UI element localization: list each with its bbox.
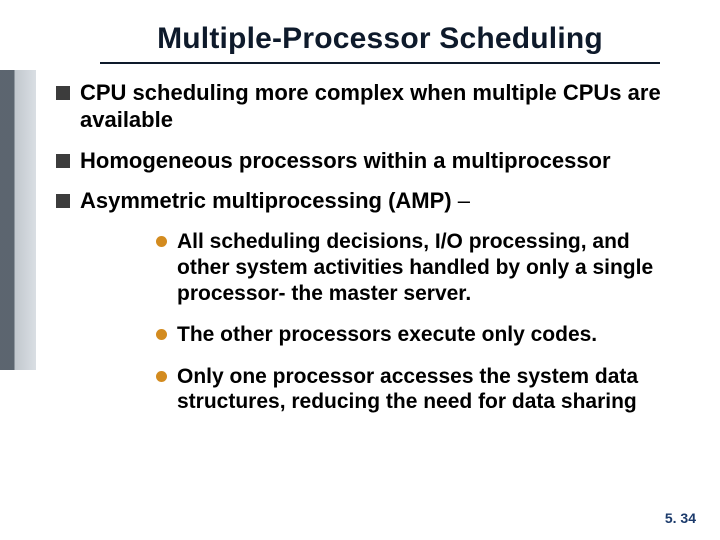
slide: Multiple-Processor Scheduling CPU schedu… <box>0 0 720 540</box>
bullet-bold: Asymmetric multiprocessing (AMP) <box>80 188 452 213</box>
bullet-text: Homogeneous processors within a multipro… <box>80 148 686 175</box>
slide-title: Multiple-Processor Scheduling <box>100 22 660 56</box>
circle-bullet-icon <box>156 236 167 247</box>
sub-bullet-item: All scheduling decisions, I/O processing… <box>156 229 686 306</box>
sub-bullet-list: All scheduling decisions, I/O processing… <box>156 229 686 415</box>
bullet-text: Asymmetric multiprocessing (AMP) – <box>80 188 686 215</box>
bullet-item: Asymmetric multiprocessing (AMP) – <box>56 188 686 215</box>
sub-bullet-text: Only one processor accesses the system d… <box>177 364 686 415</box>
square-bullet-icon <box>56 154 70 168</box>
bullet-text: CPU scheduling more complex when multipl… <box>80 80 686 134</box>
sub-bullet-text: The other processors execute only codes. <box>177 322 686 348</box>
bullet-tail: – <box>452 188 470 213</box>
content-area: CPU scheduling more complex when multipl… <box>56 80 686 431</box>
bullet-item: Homogeneous processors within a multipro… <box>56 148 686 175</box>
bullet-item: CPU scheduling more complex when multipl… <box>56 80 686 134</box>
page-number: 5. 34 <box>665 510 696 526</box>
square-bullet-icon <box>56 86 70 100</box>
sub-bullet-item: The other processors execute only codes. <box>156 322 686 348</box>
title-underline <box>100 62 660 64</box>
sub-bullet-text: All scheduling decisions, I/O processing… <box>177 229 686 306</box>
title-block: Multiple-Processor Scheduling <box>100 22 660 64</box>
sub-bullet-item: Only one processor accesses the system d… <box>156 364 686 415</box>
circle-bullet-icon <box>156 329 167 340</box>
sidebar-decoration <box>0 70 36 370</box>
circle-bullet-icon <box>156 371 167 382</box>
square-bullet-icon <box>56 194 70 208</box>
